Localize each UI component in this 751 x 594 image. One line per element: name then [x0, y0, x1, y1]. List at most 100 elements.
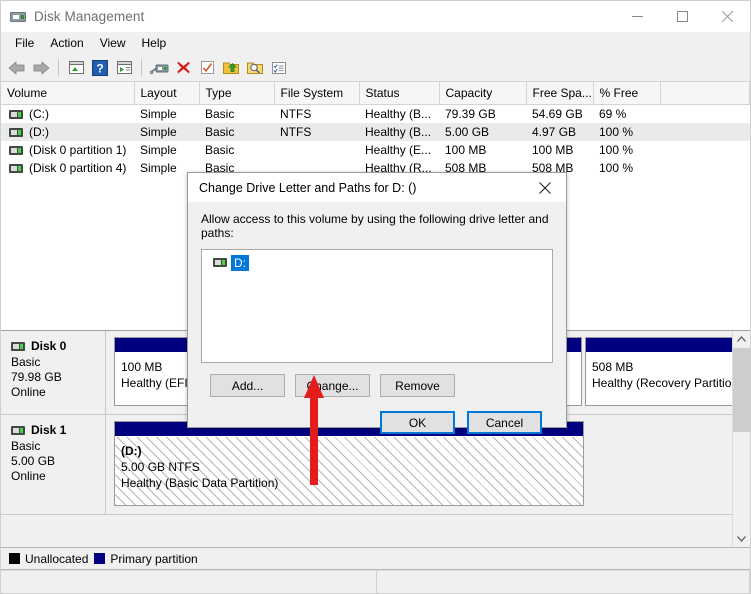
- cell-type: Basic: [199, 123, 274, 141]
- disk-info-1[interactable]: Disk 1 Basic 5.00 GB Online: [1, 415, 106, 514]
- menu-action[interactable]: Action: [42, 33, 91, 53]
- window-controls: [615, 1, 750, 32]
- list-item[interactable]: D:: [205, 254, 549, 271]
- titlebar: Disk Management: [1, 1, 750, 32]
- dialog-action-buttons: Add... Change... Remove: [201, 374, 553, 397]
- cell-percent-free: 100 %: [599, 143, 634, 157]
- legend-label-unallocated: Unallocated: [25, 551, 89, 566]
- drive-paths-listbox[interactable]: D:: [201, 249, 553, 363]
- cell-filler: [660, 159, 750, 177]
- volume-table: Volume Layout Type File System Status Ca…: [1, 82, 750, 177]
- menubar: File Action View Help: [1, 32, 750, 54]
- partition-status: Healthy (Recovery Partition): [592, 376, 732, 390]
- cell-filler: [660, 123, 750, 141]
- volume-label: (Disk 0 partition 4): [29, 161, 127, 175]
- cell-free-space: 4.97 GB: [526, 123, 593, 141]
- menu-help[interactable]: Help: [134, 33, 175, 53]
- table-row[interactable]: (C:) Simple Basic NTFS Healthy (B... 79.…: [1, 105, 750, 124]
- disk-size: 5.00 GB: [11, 454, 56, 468]
- change-button[interactable]: Change...: [295, 374, 370, 397]
- back-icon[interactable]: [6, 57, 28, 79]
- cell-free-space: 54.69 GB: [532, 107, 583, 121]
- cell-layout: Simple: [140, 107, 177, 121]
- disk-size: 79.98 GB: [11, 370, 62, 384]
- disk-management-window: Disk Management File Action View Help ? …: [0, 0, 751, 594]
- cell-type: Basic: [205, 143, 235, 157]
- dialog-titlebar: Change Drive Letter and Paths for D: (): [188, 173, 566, 202]
- cell-filler: [660, 141, 750, 159]
- disk-drive-icon: [10, 9, 26, 25]
- show-hide-console-tree-icon[interactable]: [113, 57, 135, 79]
- menu-file[interactable]: File: [7, 33, 42, 53]
- column-header-layout[interactable]: Layout: [134, 82, 200, 105]
- add-button[interactable]: Add...: [210, 374, 285, 397]
- remove-button[interactable]: Remove: [380, 374, 455, 397]
- close-button[interactable]: [705, 1, 750, 32]
- help-icon[interactable]: ?: [89, 57, 111, 79]
- delete-icon[interactable]: [172, 57, 194, 79]
- properties-icon[interactable]: [196, 57, 218, 79]
- drive-icon: [9, 109, 23, 119]
- search-icon[interactable]: [244, 57, 266, 79]
- column-header-filler: [660, 82, 750, 105]
- scroll-up-icon[interactable]: [733, 331, 750, 348]
- drive-icon: [9, 127, 23, 137]
- separator-2: [141, 59, 142, 76]
- partition-body: (D:) 5.00 GB NTFS Healthy (Basic Data Pa…: [115, 437, 583, 505]
- ok-button[interactable]: OK: [380, 411, 455, 434]
- window-title: Disk Management: [34, 9, 145, 24]
- cell-volume: (C:): [1, 105, 134, 124]
- rescan-disks-icon[interactable]: [148, 57, 170, 79]
- menu-view[interactable]: View: [92, 33, 134, 53]
- cell-capacity: 100 MB: [445, 143, 487, 157]
- partition-status: Healthy (Basic Data Partition): [121, 476, 279, 490]
- column-header-percent-free[interactable]: % Free: [593, 82, 661, 105]
- forward-icon[interactable]: [30, 57, 52, 79]
- column-header-file-system[interactable]: File System: [274, 82, 360, 105]
- partition-recovery[interactable]: 508 MB Healthy (Recovery Partition): [585, 337, 732, 406]
- legend-bar: Unallocated Primary partition: [1, 547, 750, 570]
- cell-file-system: NTFS: [274, 123, 359, 141]
- cell-percent-free: 100 %: [593, 123, 660, 141]
- column-header-volume[interactable]: Volume: [1, 82, 135, 105]
- dialog-title: Change Drive Letter and Paths for D: (): [199, 180, 417, 195]
- scrollbar-thumb[interactable]: [733, 348, 750, 432]
- column-header-free-space[interactable]: Free Spa...: [526, 82, 594, 105]
- maximize-button[interactable]: [660, 1, 705, 32]
- disk-state: Online: [11, 469, 46, 483]
- export-list-icon[interactable]: [220, 57, 242, 79]
- legend-item-primary: Primary partition: [94, 552, 198, 566]
- scrollbar-track[interactable]: [733, 348, 750, 530]
- legend-swatch-primary: [94, 553, 106, 564]
- legend-swatch-unallocated: [9, 553, 20, 564]
- cell-status: Healthy (B...: [365, 107, 432, 121]
- disk-pane-scrollbar[interactable]: [732, 331, 750, 547]
- minimize-button[interactable]: [615, 1, 660, 32]
- cell-percent-free: 69 %: [599, 107, 627, 121]
- table-row[interactable]: (Disk 0 partition 1) Simple Basic Health…: [1, 141, 750, 159]
- cell-file-system: NTFS: [280, 107, 312, 121]
- disk-icon: [11, 341, 25, 351]
- column-header-status[interactable]: Status: [359, 82, 440, 105]
- disk-info-0[interactable]: Disk 0 Basic 79.98 GB Online: [1, 331, 106, 414]
- dialog-confirm-buttons: OK Cancel: [201, 411, 553, 434]
- cell-filler: [660, 105, 750, 124]
- volume-label: (C:): [29, 107, 49, 121]
- cell-type: Basic: [205, 107, 235, 121]
- table-row[interactable]: (D:) Simple Basic NTFS Healthy (B... 5.0…: [1, 123, 750, 141]
- volume-label: (D:): [29, 125, 49, 139]
- scroll-down-icon[interactable]: [733, 530, 750, 547]
- column-header-type[interactable]: Type: [199, 82, 275, 105]
- cell-volume: (Disk 0 partition 4): [1, 159, 134, 177]
- drive-icon: [9, 163, 23, 173]
- cell-status: Healthy (B...: [359, 123, 439, 141]
- table-header-row: Volume Layout Type File System Status Ca…: [1, 82, 750, 105]
- cancel-button[interactable]: Cancel: [467, 411, 542, 434]
- disk-name: Disk 0: [31, 339, 67, 353]
- list-view-icon[interactable]: [268, 57, 290, 79]
- dialog-close-button[interactable]: [524, 173, 566, 202]
- up-one-level-icon[interactable]: [65, 57, 87, 79]
- cell-capacity: 5.00 GB: [439, 123, 526, 141]
- separator-1: [58, 59, 59, 76]
- column-header-capacity[interactable]: Capacity: [439, 82, 527, 105]
